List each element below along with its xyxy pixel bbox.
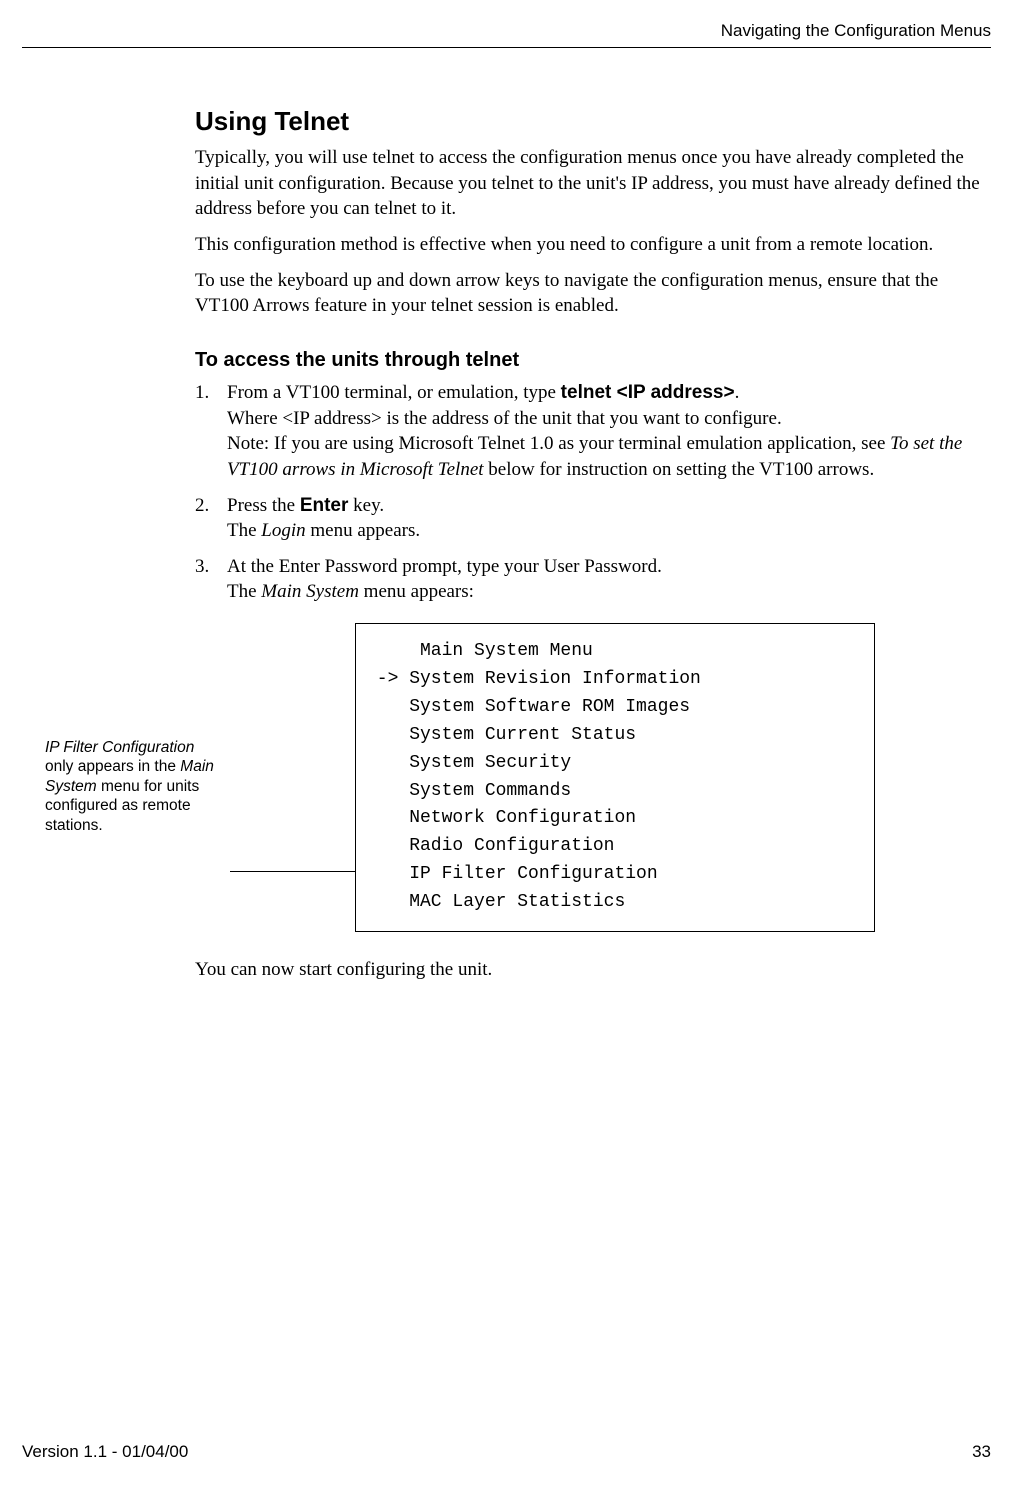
subsection-title: To access the units through telnet bbox=[195, 347, 991, 374]
step-1: 1. From a VT100 terminal, or emulation, … bbox=[195, 380, 991, 483]
paragraph: You can now start configuring the unit. bbox=[195, 957, 991, 983]
step-number: 2. bbox=[195, 493, 223, 519]
step-number: 3. bbox=[195, 554, 223, 580]
menu-item: Network Configuration bbox=[366, 808, 636, 828]
step-text: menu appears: bbox=[359, 581, 474, 602]
menu-name: Login bbox=[261, 520, 305, 541]
menu-title: Main System Menu bbox=[366, 641, 593, 661]
step-text: key. bbox=[348, 495, 384, 516]
menu-item: System Current Status bbox=[366, 725, 636, 745]
step-text: Note: If you are using Microsoft Telnet … bbox=[227, 433, 890, 454]
step-text: . bbox=[735, 382, 740, 403]
header-rule bbox=[22, 47, 991, 48]
step-text: From a VT100 terminal, or emulation, typ… bbox=[227, 382, 561, 403]
step-text: Where <IP address> is the address of the… bbox=[227, 408, 782, 429]
running-head: Navigating the Configuration Menus bbox=[721, 20, 991, 43]
step-text: The bbox=[227, 581, 261, 602]
paragraph: To use the keyboard up and down arrow ke… bbox=[195, 268, 991, 319]
step-text: menu appears. bbox=[306, 520, 420, 541]
menu-item: MAC Layer Statistics bbox=[366, 892, 625, 912]
menu-item: -> System Revision Information bbox=[366, 669, 701, 689]
paragraph: Typically, you will use telnet to access… bbox=[195, 145, 991, 222]
menu-name: Main System bbox=[261, 581, 359, 602]
command-text: telnet <IP address> bbox=[561, 382, 735, 403]
menu-item: System Software ROM Images bbox=[366, 697, 690, 717]
step-2: 2. Press the Enter key. The Login menu a… bbox=[195, 493, 991, 544]
menu-item: System Commands bbox=[366, 781, 571, 801]
section-title: Using Telnet bbox=[195, 104, 991, 139]
figure: IP Filter Configuration only appears in … bbox=[195, 623, 991, 943]
version-text: Version 1.1 - 01/04/00 bbox=[22, 1442, 188, 1461]
step-number: 1. bbox=[195, 380, 223, 406]
step-text: below for instruction on setting the VT1… bbox=[484, 459, 875, 480]
step-text: At the Enter Password prompt, type your … bbox=[227, 556, 662, 577]
step-text: Press the bbox=[227, 495, 300, 516]
menu-item: IP Filter Configuration bbox=[366, 864, 658, 884]
step-3: 3. At the Enter Password prompt, type yo… bbox=[195, 554, 991, 605]
figure-annotation: IP Filter Configuration only appears in … bbox=[45, 738, 225, 835]
key-name: Enter bbox=[300, 495, 349, 516]
menu-item: System Security bbox=[366, 753, 571, 773]
menu-item: Radio Configuration bbox=[366, 836, 614, 856]
step-text: The bbox=[227, 520, 261, 541]
footer: Version 1.1 - 01/04/00 33 bbox=[22, 1441, 991, 1464]
annotation-text: IP Filter Configuration bbox=[45, 739, 194, 756]
annotation-text: only appears in the bbox=[45, 758, 180, 775]
page: Navigating the Configuration Menus Using… bbox=[0, 0, 1013, 1498]
terminal-menu: Main System Menu -> System Revision Info… bbox=[355, 623, 875, 932]
content: Using Telnet Typically, you will use tel… bbox=[195, 80, 991, 993]
annotation-leader-line bbox=[230, 871, 355, 872]
page-number: 33 bbox=[972, 1441, 991, 1464]
paragraph: This configuration method is effective w… bbox=[195, 232, 991, 258]
